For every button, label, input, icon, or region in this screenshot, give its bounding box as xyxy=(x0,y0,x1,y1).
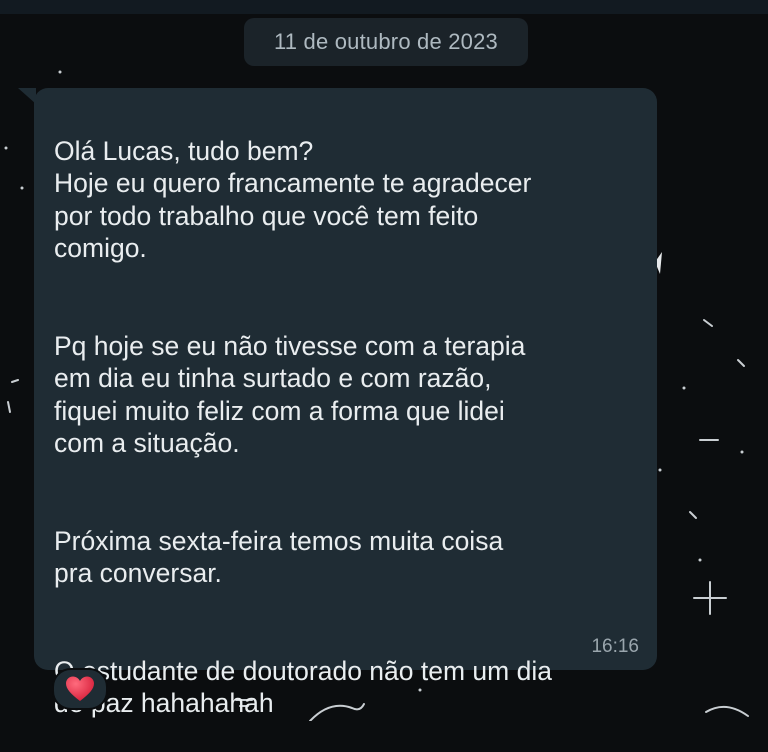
message-paragraph: Olá Lucas, tudo bem? Hoje eu quero franc… xyxy=(54,135,532,264)
message-bubble[interactable]: Olá Lucas, tudo bem? Hoje eu quero franc… xyxy=(34,88,657,718)
heart-icon xyxy=(66,676,94,701)
date-label: 11 de outubro de 2023 xyxy=(274,29,498,54)
message-timestamp: 16:16 xyxy=(591,636,639,657)
date-separator: 11 de outubro de 2023 xyxy=(244,18,528,66)
message-text: Olá Lucas, tudo bem? Hoje eu quero franc… xyxy=(54,102,644,752)
dash-doodle-3 xyxy=(11,379,19,383)
reaction-badge[interactable] xyxy=(52,668,108,710)
dash-doodle-6 xyxy=(689,511,697,519)
dash-doodle-5 xyxy=(737,359,745,367)
curve-doodle-2 xyxy=(705,705,749,717)
dash-doodle-4 xyxy=(7,401,11,413)
message-paragraph: O estudante de doutorado não tem um dia … xyxy=(54,655,552,719)
message-paragraph: Próxima sexta-feira temos muita coisa pr… xyxy=(54,525,504,589)
message-paragraph: Pq hoje se eu não tivesse com a terapia … xyxy=(54,330,526,459)
dash-doodle-2 xyxy=(703,319,713,327)
sparkle-doodle xyxy=(693,581,727,615)
